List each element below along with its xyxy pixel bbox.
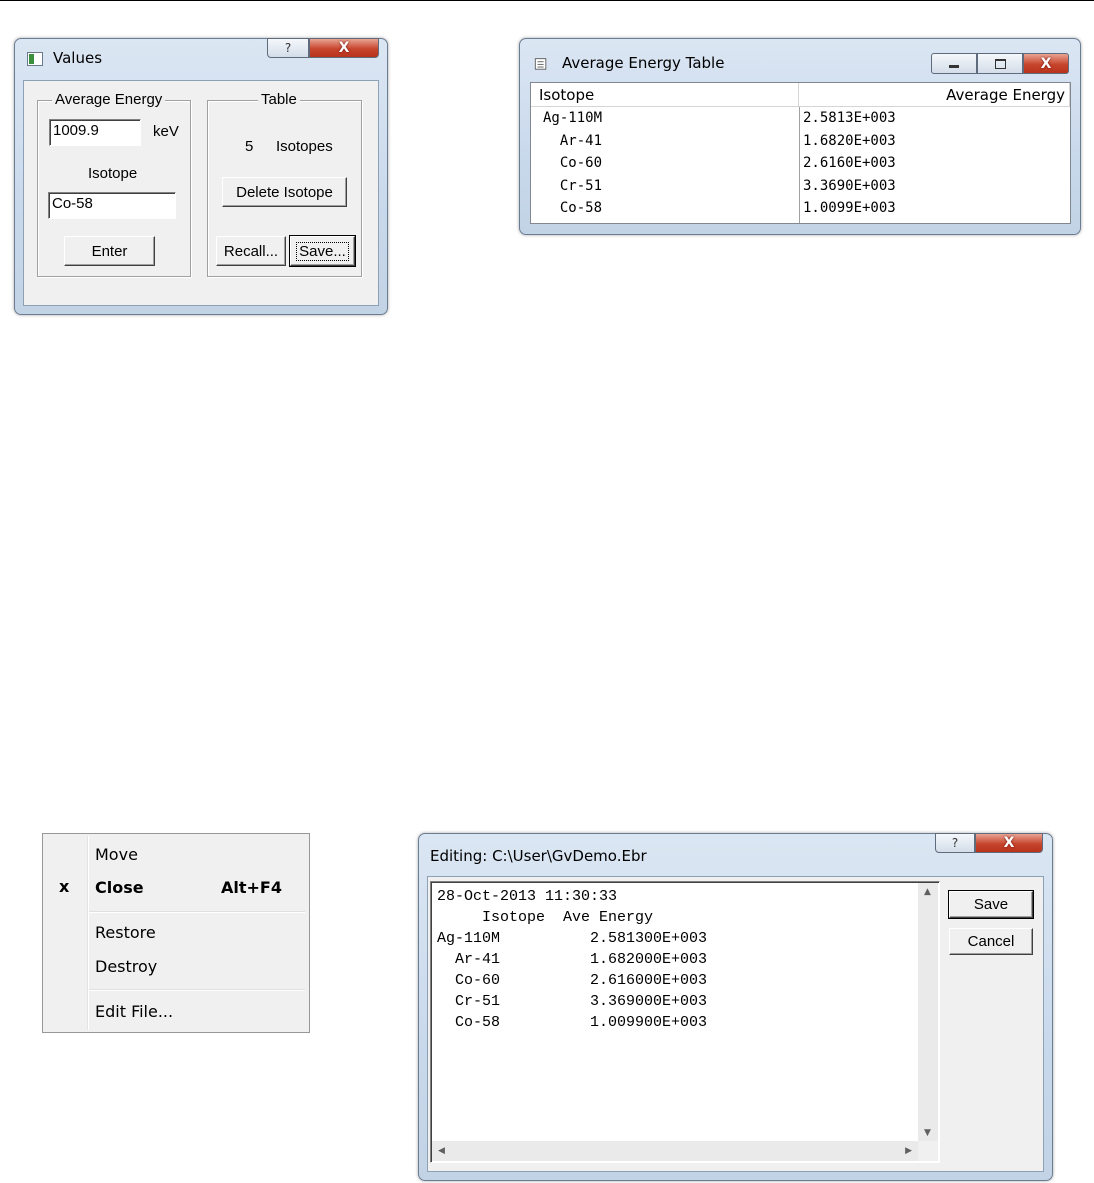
row-isotope: Ag-110M: [543, 110, 603, 126]
table-row[interactable]: Cr-51 3.3690E+003: [531, 178, 1070, 200]
average-energy-legend: Average Energy: [52, 91, 166, 108]
menu-item-label: Move: [95, 845, 138, 864]
minimize-icon: [949, 65, 959, 68]
menu-item-destroy[interactable]: Destroy: [43, 952, 309, 982]
isotope-label: Isotope: [88, 165, 138, 182]
isotope-input[interactable]: Co-58: [48, 192, 176, 219]
scrollbar-corner: [918, 1141, 938, 1161]
system-context-menu: Move x Close Alt+F4 Restore Destroy Edit…: [42, 833, 310, 1033]
row-energy: 1.0099E+003: [803, 200, 896, 216]
menu-separator: [89, 989, 305, 991]
editor-window: Editing: C:\User\GvDemo.Ebr ? X 28-Oct-2…: [418, 833, 1053, 1181]
row-isotope: Cr-51: [543, 178, 603, 194]
average-energy-group: Average Energy 1009.9 keV Isotope Co-58 …: [37, 91, 191, 277]
maximize-button[interactable]: [977, 53, 1023, 74]
vertical-scrollbar[interactable]: ▲ ▼: [918, 883, 938, 1142]
file-line: 28-Oct-2013 11:30:33: [437, 888, 618, 905]
column-header-isotope[interactable]: Isotope: [531, 83, 799, 107]
menu-item-close[interactable]: x Close Alt+F4: [43, 873, 309, 903]
menu-item-edit-file[interactable]: Edit File...: [43, 997, 309, 1027]
row-energy: 1.6820E+003: [803, 133, 896, 149]
isotope-count-label: Isotopes: [276, 138, 333, 155]
table-close-button[interactable]: X: [1023, 53, 1069, 74]
column-header-average-energy[interactable]: Average Energy: [799, 83, 1070, 107]
row-energy: 2.6160E+003: [803, 155, 896, 171]
row-isotope: Co-58: [543, 200, 603, 216]
close-button[interactable]: X: [309, 38, 379, 58]
menu-item-label: Close: [95, 878, 144, 897]
help-icon: ?: [951, 836, 959, 850]
horizontal-scrollbar[interactable]: ◀ ▶: [432, 1141, 918, 1161]
table-row[interactable]: Ar-41 1.6820E+003: [531, 133, 1070, 155]
row-energy: 2.5813E+003: [803, 110, 896, 126]
file-line: Co-60 2.616000E+003: [437, 972, 708, 989]
values-client-area: Average Energy 1009.9 keV Isotope Co-58 …: [23, 80, 379, 306]
table-window-title: Average Energy Table: [562, 54, 725, 72]
notepad-icon: [534, 58, 547, 70]
table-row[interactable]: Ag-110M 2.5813E+003: [531, 110, 1070, 132]
close-button[interactable]: X: [975, 833, 1043, 853]
values-window-title: Values: [53, 49, 103, 67]
table-row[interactable]: Co-60 2.6160E+003: [531, 155, 1070, 177]
values-window: Values ? X Average Energy 1009.9 keV Iso…: [14, 38, 388, 315]
menu-separator: [89, 911, 305, 913]
row-isotope: Co-60: [543, 155, 603, 171]
table-list-area: Isotope Average Energy Ag-110M 2.5813E+0…: [530, 82, 1071, 224]
close-icon: X: [1040, 55, 1052, 72]
menu-item-label: Edit File...: [95, 1002, 174, 1021]
file-line: Cr-51 3.369000E+003: [437, 993, 708, 1010]
menu-item-restore[interactable]: Restore: [43, 918, 309, 948]
close-x-icon: x: [59, 877, 70, 896]
file-line: Ar-41 1.682000E+003: [437, 951, 708, 968]
table-group: Table 5 Isotopes Delete Isotope Recall..…: [207, 91, 362, 277]
editor-window-title: Editing: C:\User\GvDemo.Ebr: [430, 847, 647, 865]
window-app-icon: [27, 52, 43, 66]
enter-button[interactable]: Enter: [64, 236, 155, 266]
close-icon: X: [338, 40, 350, 56]
help-icon: ?: [284, 41, 292, 55]
scroll-down-icon[interactable]: ▼: [924, 1128, 931, 1138]
energy-input[interactable]: 1009.9: [49, 119, 141, 146]
file-text-area[interactable]: 28-Oct-2013 11:30:33 Isotope Ave Energy …: [430, 881, 940, 1163]
file-line: Ag-110M 2.581300E+003: [437, 930, 708, 947]
menu-item-label: Destroy: [95, 957, 158, 976]
editor-save-button[interactable]: Save: [948, 890, 1034, 919]
restore-icon: [994, 58, 1006, 69]
table-legend: Table: [258, 91, 300, 108]
help-button[interactable]: ?: [935, 833, 975, 853]
recall-button[interactable]: Recall...: [216, 236, 286, 266]
menu-item-label: Restore: [95, 923, 156, 942]
editor-cancel-button[interactable]: Cancel: [949, 928, 1033, 955]
help-button[interactable]: ?: [267, 38, 309, 58]
close-icon: X: [1003, 835, 1015, 851]
scroll-left-icon[interactable]: ◀: [438, 1146, 445, 1156]
save-button-label: Save...: [296, 241, 349, 261]
file-line: Co-58 1.009900E+003: [437, 1014, 708, 1031]
row-energy: 3.3690E+003: [803, 178, 896, 194]
isotope-count: 5: [245, 138, 254, 155]
menu-item-shortcut: Alt+F4: [221, 878, 282, 897]
editor-client-area: 28-Oct-2013 11:30:33 Isotope Ave Energy …: [427, 876, 1044, 1172]
save-button[interactable]: Save...: [289, 235, 356, 267]
delete-isotope-button[interactable]: Delete Isotope: [222, 177, 347, 207]
scroll-up-icon[interactable]: ▲: [924, 887, 931, 897]
menu-item-move[interactable]: Move: [43, 840, 309, 870]
file-line: Isotope Ave Energy: [437, 909, 654, 926]
page-top-rule: [0, 0, 1094, 1]
average-energy-table-window: Average Energy Table X Isotope Average E…: [519, 38, 1081, 235]
energy-unit-label: keV: [153, 123, 179, 140]
row-isotope: Ar-41: [543, 133, 603, 149]
table-row[interactable]: Co-58 1.0099E+003: [531, 200, 1070, 222]
minimize-button[interactable]: [931, 53, 977, 74]
scroll-right-icon[interactable]: ▶: [905, 1146, 912, 1156]
file-text-content: 28-Oct-2013 11:30:33 Isotope Ave Energy …: [437, 886, 707, 1033]
